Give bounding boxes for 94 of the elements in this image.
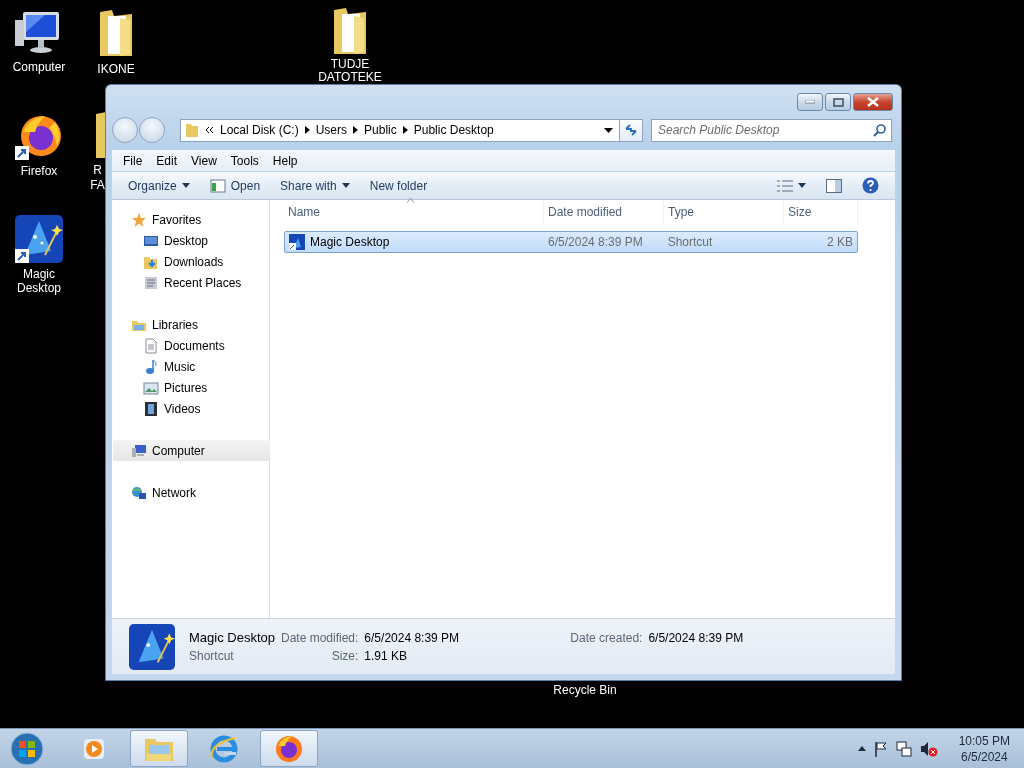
icon-label: Recycle Bin: [552, 683, 618, 697]
menu-item[interactable]: File: [116, 153, 150, 168]
recent-icon: [143, 274, 159, 291]
toolbar-button[interactable]: Open: [201, 173, 269, 198]
minimize-button[interactable]: [797, 93, 823, 111]
videos-icon: [143, 400, 159, 417]
icon-label: TUDJE DATOTEKE: [317, 58, 383, 84]
list-view-icon: [777, 179, 793, 192]
icon-label: IKONE: [97, 62, 135, 76]
firefox-icon: [274, 733, 304, 764]
open-icon: [209, 177, 226, 194]
nav-item[interactable]: Libraries: [113, 314, 270, 335]
folder-icon: [185, 122, 199, 138]
shortcut-icon: [289, 234, 305, 250]
file-date: 6/5/2024 8:39 PM: [547, 235, 644, 249]
field-label: Size:: [330, 649, 359, 663]
chevron-icon: [353, 126, 359, 134]
network-icon: [131, 484, 147, 501]
media-player-icon: [82, 736, 106, 761]
sort-icon: [407, 198, 414, 203]
document-icon: [143, 337, 159, 354]
close-icon: [867, 97, 879, 107]
refresh-icon: [624, 124, 638, 136]
breadcrumb[interactable]: Users: [315, 123, 348, 137]
dropdown-caret-icon[interactable]: [604, 127, 613, 133]
maximize-icon: [832, 97, 844, 107]
magic-desktop-icon: [129, 623, 175, 670]
magic-desktop-icon[interactable]: [15, 215, 63, 263]
caret-icon: [181, 183, 190, 188]
folder-icon[interactable]: [98, 8, 134, 58]
maximize-button[interactable]: [825, 93, 851, 111]
nav-item[interactable]: Music: [113, 356, 270, 377]
field-value: 6/5/2024 8:39 PM: [648, 631, 744, 645]
menu-item[interactable]: View: [184, 153, 224, 168]
field-value: 1.91 KB: [364, 649, 409, 663]
nav-item[interactable]: Documents: [113, 335, 270, 356]
show-hidden-icons-button[interactable]: [857, 746, 866, 751]
overflow-chevron-icon: [205, 126, 214, 134]
menu-item[interactable]: Tools: [223, 153, 266, 168]
field-label: Date modified:: [281, 631, 359, 645]
nav-item[interactable]: Downloads: [113, 251, 270, 272]
refresh-button[interactable]: [620, 118, 643, 142]
toolbar-button[interactable]: New folder: [361, 173, 436, 198]
minimize-icon: [805, 100, 815, 104]
search-field[interactable]: Search Public Desktop: [651, 118, 892, 142]
file-size: 2 KB: [826, 235, 854, 249]
network-icon[interactable]: [895, 740, 912, 757]
help-icon: [862, 177, 879, 194]
field-value: 6/5/2024 8:39 PM: [364, 631, 461, 645]
caret-icon: [798, 183, 806, 188]
clock-time: 10:05 PM: [958, 732, 1010, 749]
preview-pane-icon: [826, 178, 842, 193]
icon-label: Magic Desktop: [16, 267, 62, 295]
menu-item[interactable]: Edit: [149, 153, 185, 168]
nav-item[interactable]: Recent Places: [113, 272, 270, 293]
pictures-icon: [143, 379, 159, 396]
breadcrumb[interactable]: Local Disk (C:): [220, 123, 299, 137]
music-icon: [143, 358, 159, 375]
volume-muted-icon[interactable]: [919, 740, 938, 757]
file-name: Magic Desktop: [189, 630, 275, 645]
field-label: Date created:: [570, 631, 643, 645]
nav-item[interactable]: Favorites: [113, 209, 270, 230]
address-bar[interactable]: Local Disk (C:) Users Public Public Desktop: [180, 118, 620, 142]
clock-date: 6/5/2024: [960, 748, 1008, 765]
folder-icon[interactable]: [96, 110, 106, 160]
file-type: Shortcut: [189, 649, 235, 663]
breadcrumb[interactable]: Public: [364, 123, 397, 137]
computer-icon: [131, 442, 147, 459]
folder-icon[interactable]: [332, 6, 368, 56]
menu-item[interactable]: Help: [265, 153, 305, 168]
nav-item[interactable]: Network: [113, 482, 270, 503]
chevron-icon: [304, 126, 310, 134]
browser-e-icon: [209, 733, 239, 764]
flag-icon[interactable]: [873, 740, 888, 757]
file-row[interactable]: Magic Desktop 6/5/2024 8:39 PM Shortcut 2 KB: [284, 231, 858, 253]
file-type: Shortcut: [666, 235, 714, 249]
caret-icon: [341, 183, 350, 188]
star-icon: [131, 211, 147, 228]
icon-label: Firefox: [20, 164, 58, 178]
breadcrumb[interactable]: Public Desktop: [413, 123, 494, 137]
clock[interactable]: 10:05 PM 6/5/2024: [958, 732, 1010, 765]
nav-item[interactable]: Videos: [113, 398, 270, 419]
nav-item[interactable]: Pictures: [113, 377, 270, 398]
toolbar-button[interactable]: Organize: [120, 173, 198, 198]
search-icon: [873, 123, 886, 137]
nav-item[interactable]: Computer: [113, 440, 270, 461]
taskbar-button[interactable]: [260, 730, 318, 767]
close-button[interactable]: [853, 93, 893, 111]
icon-label: R FA: [89, 163, 106, 193]
icon-label: Computer: [12, 60, 66, 74]
toolbar-button[interactable]: Share with: [272, 173, 358, 198]
file-name: Magic Desktop: [285, 234, 545, 250]
chevron-icon: [402, 126, 408, 134]
nav-item[interactable]: Desktop: [113, 230, 270, 251]
